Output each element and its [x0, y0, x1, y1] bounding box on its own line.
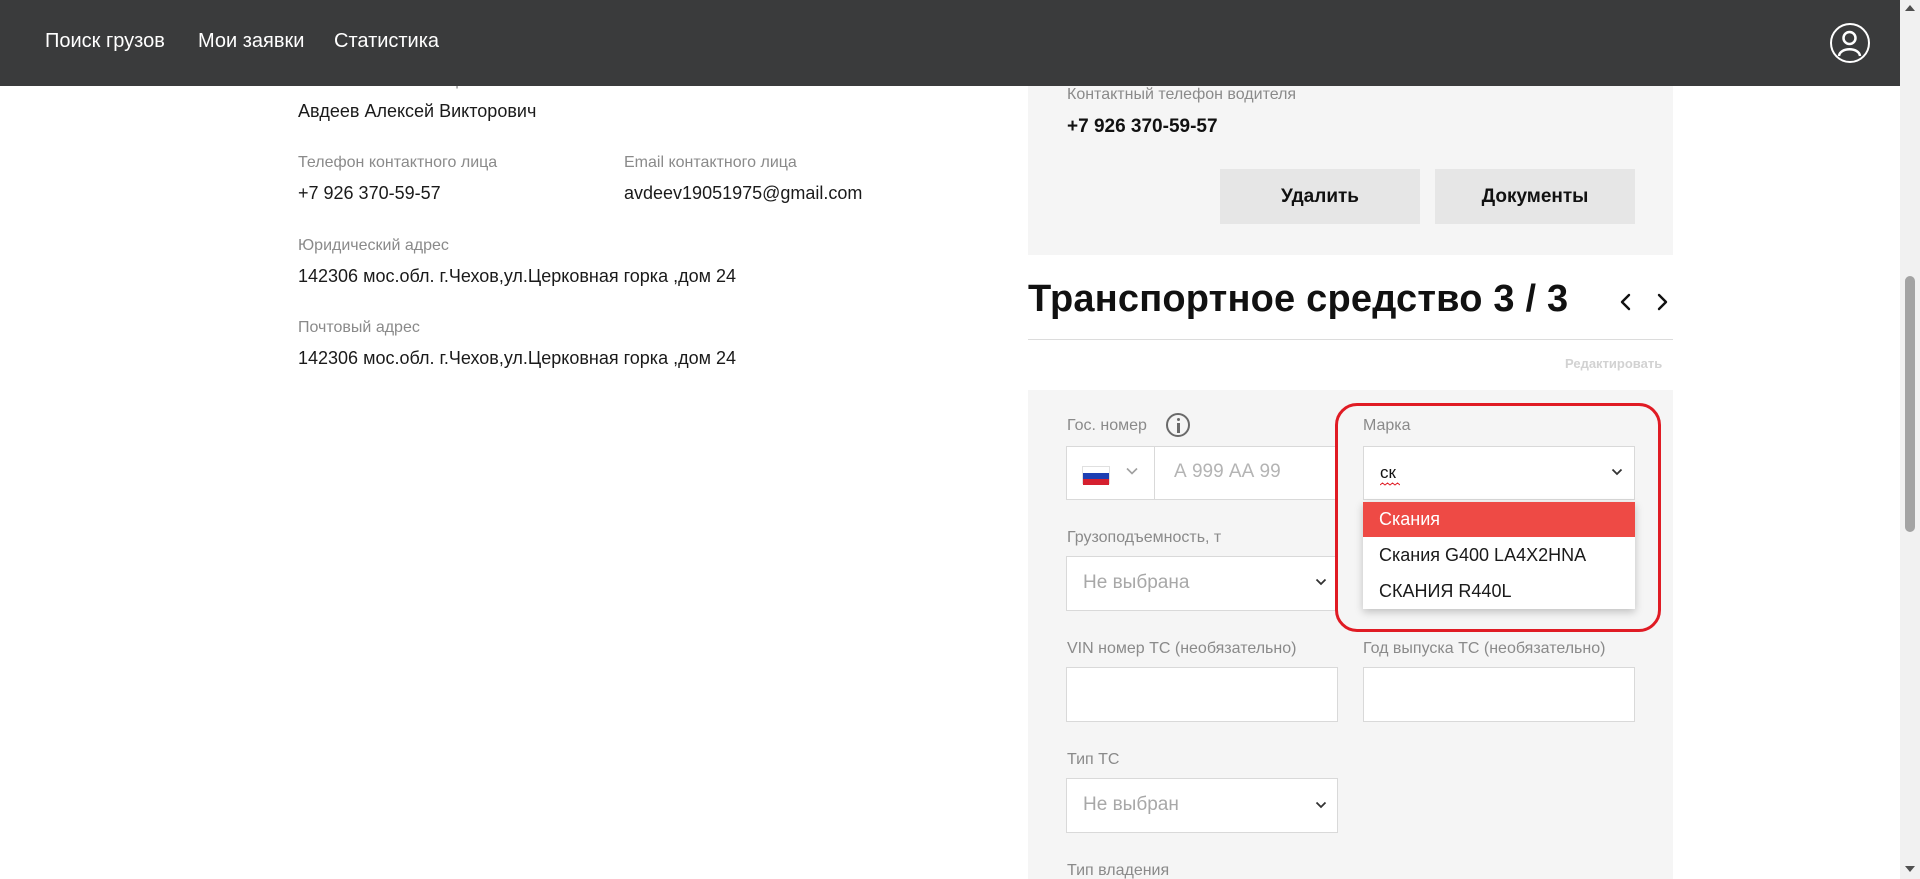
- scrollbar-thumb[interactable]: [1905, 276, 1915, 532]
- plate-label: Гос. номер: [1067, 417, 1147, 434]
- chevron-down-icon[interactable]: [1315, 801, 1327, 809]
- chevron-down-icon[interactable]: [1315, 578, 1327, 586]
- vehicle-type-label: Тип ТС: [1067, 751, 1120, 768]
- driver-phone-label: Контактный телефон водителя: [1067, 86, 1297, 103]
- legal-address-value: 142306 мос.обл. г.Чехов,ул.Церковная гор…: [298, 266, 737, 286]
- contact-phone-value: +7 926 370-59-57: [298, 183, 441, 203]
- legal-address-label: Юридический адрес: [298, 237, 449, 254]
- driver-phone-value: +7 926 370-59-57: [1067, 116, 1218, 137]
- scroll-up-icon[interactable]: [1905, 5, 1915, 11]
- chevron-down-icon[interactable]: [1126, 467, 1138, 475]
- scroll-down-icon[interactable]: [1905, 866, 1915, 872]
- vehicle-type-value: Не выбран: [1083, 794, 1179, 815]
- nav-link-cargo-search[interactable]: Поиск грузов: [45, 30, 165, 53]
- edit-link[interactable]: Редактировать: [1565, 356, 1662, 371]
- info-icon[interactable]: [1166, 413, 1190, 437]
- nav-link-my-requests[interactable]: Мои заявки: [198, 30, 304, 53]
- chevron-left-icon[interactable]: [1616, 290, 1636, 314]
- capacity-select-value: Не выбрана: [1083, 572, 1190, 593]
- contact-email-value: avdeev19051975@gmail.com: [624, 183, 863, 203]
- year-input[interactable]: [1363, 667, 1635, 722]
- user-circle-icon[interactable]: [1830, 23, 1870, 63]
- contact-phone-label: Телефон контактного лица: [298, 154, 498, 171]
- capacity-label: Грузоподъемность, т: [1067, 529, 1222, 546]
- ownership-label: Тип владения: [1067, 862, 1170, 879]
- chevron-right-icon[interactable]: [1652, 290, 1672, 314]
- nav-link-statistics[interactable]: Статистика: [334, 30, 439, 53]
- delete-button[interactable]: Удалить: [1220, 169, 1420, 224]
- vehicle-divider: [1028, 339, 1673, 340]
- vin-input[interactable]: [1066, 667, 1338, 722]
- contact-name-value: Авдеев Алексей Викторович: [298, 101, 537, 121]
- year-label: Год выпуска ТС (необязательно): [1363, 640, 1606, 657]
- postal-address-value: 142306 мос.обл. г.Чехов,ул.Церковная гор…: [298, 348, 737, 368]
- contact-email-label: Email контактного лица: [624, 154, 797, 171]
- vehicle-title: Транспортное средство 3 / 3: [1028, 278, 1569, 320]
- documents-button[interactable]: Документы: [1435, 169, 1635, 224]
- plate-placeholder: А 999 АА 99: [1174, 461, 1281, 482]
- plate-separator: [1154, 446, 1155, 499]
- postal-address-label: Почтовый адрес: [298, 319, 420, 336]
- top-navigation-bar: Поиск грузов Мои заявки Статистика: [0, 0, 1900, 86]
- russia-flag-icon[interactable]: [1082, 466, 1110, 485]
- vin-label: VIN номер ТС (необязательно): [1067, 640, 1297, 657]
- annotation-highlight: [1335, 403, 1661, 632]
